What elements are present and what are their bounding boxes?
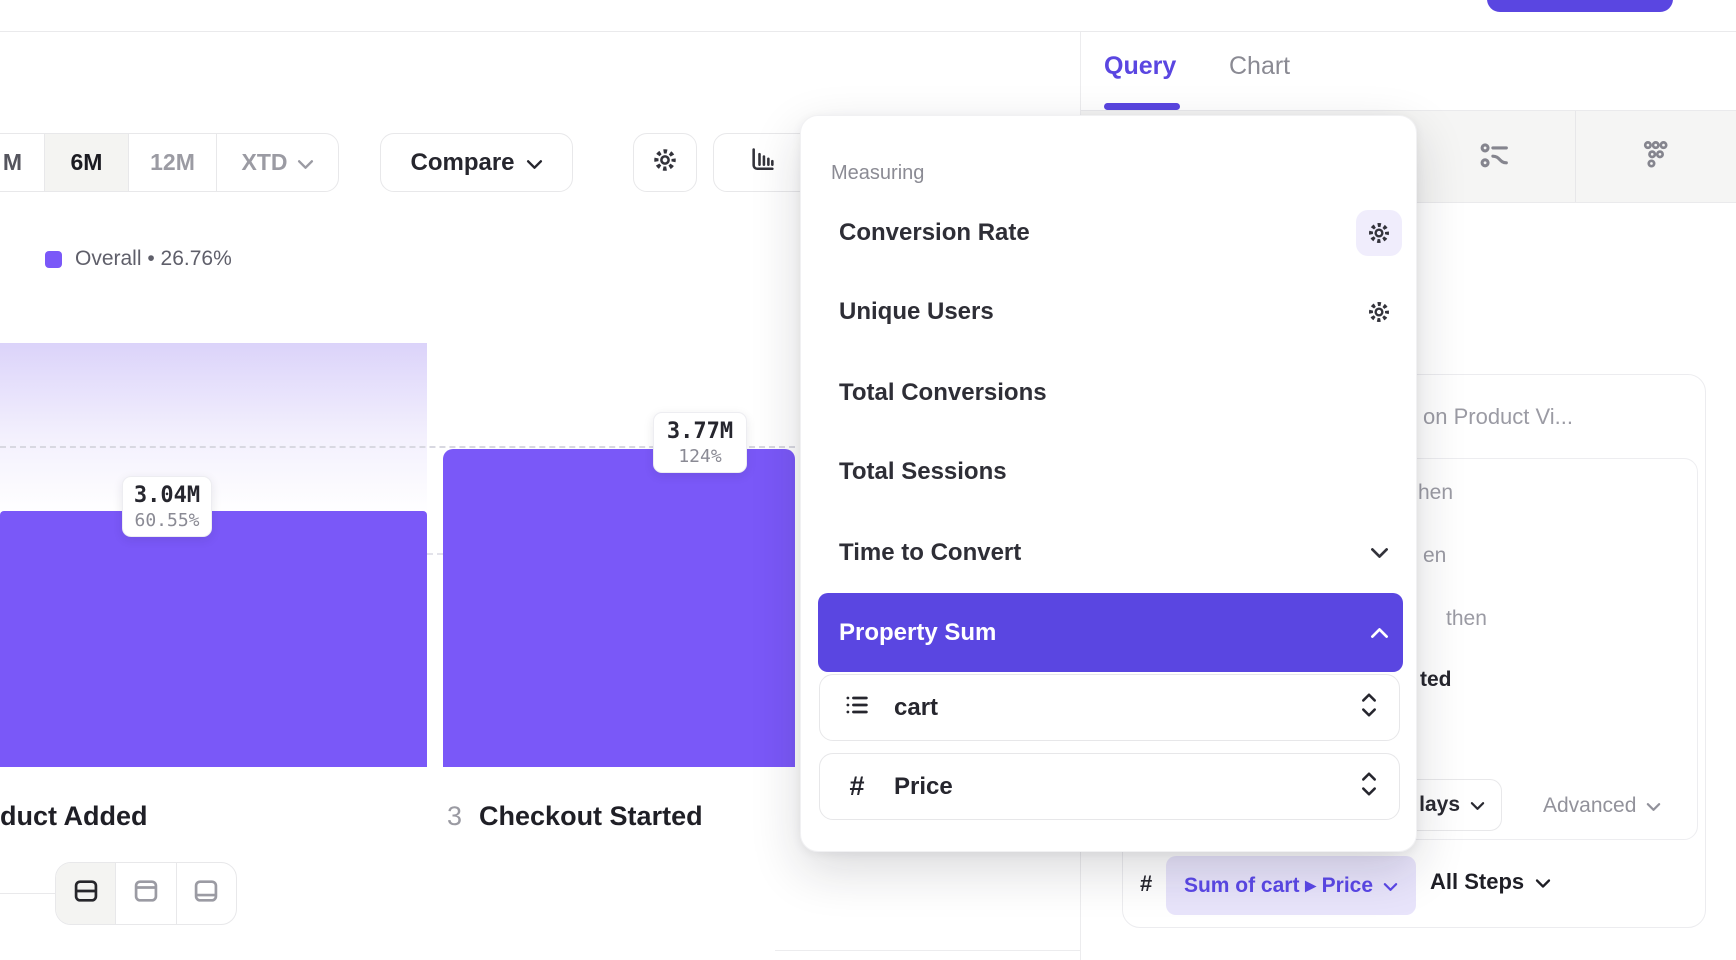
measuring-popover: Measuring Conversion Rate Unique Users T…	[800, 115, 1417, 852]
funnel-bar-product-added[interactable]	[0, 511, 427, 767]
legend-label: Overall • 26.76%	[75, 247, 232, 271]
time-range-m[interactable]: M	[0, 134, 44, 191]
value-label-product-added: 3.04M 60.55%	[122, 476, 212, 537]
app-screen: M 6M 12M XTD Compare	[0, 0, 1736, 960]
flows-view-button[interactable]	[1455, 117, 1535, 197]
step-number: 3	[447, 801, 462, 832]
tab-query[interactable]: Query	[1104, 52, 1176, 81]
menu-item-label: Total Conversions	[839, 379, 1047, 407]
time-range-xtd-label: XTD	[242, 149, 288, 176]
layout-bottom-panel-button[interactable]	[176, 863, 236, 924]
compare-label: Compare	[410, 149, 514, 177]
step-row-fragment: ted	[1420, 668, 1452, 692]
query-card-title: on Product Vi...	[1423, 404, 1573, 430]
chevron-down-icon	[1646, 794, 1661, 818]
legend-swatch	[45, 251, 62, 268]
property-selector[interactable]: cart	[819, 674, 1400, 741]
menu-item-label: Conversion Rate	[839, 219, 1030, 247]
bar-chart-icon	[748, 146, 778, 179]
menu-item-total-sessions[interactable]: Total Sessions	[818, 443, 1403, 501]
chevron-down-icon	[1383, 874, 1398, 898]
chevron-down-icon	[1356, 530, 1402, 576]
unique-users-settings-button[interactable]	[1356, 289, 1402, 335]
value-amount: 3.04M	[134, 483, 200, 508]
step-label-checkout-started: 3 Checkout Started	[447, 801, 703, 832]
flows-icon	[1477, 138, 1513, 177]
menu-item-time-to-convert[interactable]: Time to Convert	[818, 524, 1403, 582]
layout-top-panel-button[interactable]	[115, 863, 175, 924]
menu-item-label: Time to Convert	[839, 539, 1021, 567]
conversion-rate-settings-button[interactable]	[1356, 210, 1402, 256]
measurement-chip[interactable]: Sum of cart ▸ Price	[1166, 856, 1416, 915]
chevron-down-icon	[297, 149, 314, 176]
layout-top-panel-icon	[131, 877, 161, 910]
menu-item-property-sum-selected[interactable]: Property Sum	[818, 593, 1403, 672]
step-label-product-added: duct Added	[0, 801, 148, 832]
advanced-label: Advanced	[1543, 794, 1636, 818]
chevron-down-icon	[526, 149, 543, 177]
legend: Overall • 26.76%	[45, 247, 232, 271]
reference-dashed-line-2	[427, 553, 443, 555]
value-percent: 124%	[678, 446, 721, 467]
layout-toggle-control	[55, 862, 237, 925]
menu-item-conversion-rate[interactable]: Conversion Rate	[818, 204, 1403, 262]
value-amount: 3.77M	[667, 419, 733, 444]
top-bar	[0, 0, 1736, 32]
funnel-bar-checkout-started[interactable]	[443, 449, 795, 767]
time-range-6m[interactable]: 6M	[44, 134, 128, 191]
all-steps-label: All Steps	[1430, 869, 1524, 895]
segmentation-view-button[interactable]	[1615, 117, 1695, 197]
step-row-fragment: hen	[1418, 481, 1453, 505]
property-value: cart	[894, 694, 1339, 722]
layout-split-rows-icon	[71, 877, 101, 910]
step-row-fragment: then	[1446, 607, 1487, 631]
time-range-xtd[interactable]: XTD	[216, 134, 338, 191]
number-property-icon: #	[842, 771, 872, 802]
chevron-down-icon	[1535, 869, 1551, 895]
chevron-down-icon	[1470, 793, 1485, 817]
menu-item-unique-users[interactable]: Unique Users	[818, 283, 1403, 341]
measurement-chip-label: Sum of cart ▸ Price	[1184, 873, 1373, 898]
list-property-icon	[842, 691, 872, 724]
funnel-ghost-segment	[0, 343, 427, 512]
step-name: Checkout Started	[479, 801, 703, 832]
time-range-control: M 6M 12M XTD	[0, 133, 339, 192]
tab-chart[interactable]: Chart	[1229, 52, 1290, 81]
gear-icon	[651, 146, 679, 179]
popover-title: Measuring	[831, 162, 924, 185]
compare-button[interactable]: Compare	[380, 133, 573, 192]
section-divider	[775, 950, 1081, 951]
measurement-type-icon: #	[1140, 871, 1152, 897]
step-row-fragment: en	[1423, 544, 1446, 568]
menu-item-label: Total Sessions	[839, 458, 1007, 486]
menu-item-label: Property Sum	[839, 619, 996, 647]
dot-grid-icon	[1637, 138, 1673, 177]
active-tab-underline	[1104, 103, 1180, 110]
sub-property-selector[interactable]: # Price	[819, 753, 1400, 820]
up-down-arrows-icon	[1361, 771, 1377, 802]
up-down-arrows-icon	[1361, 692, 1377, 723]
chart-type-button[interactable]	[713, 133, 813, 192]
value-label-checkout-started: 3.77M 124%	[653, 412, 747, 473]
sub-property-value: Price	[894, 773, 1339, 801]
menu-item-label: Unique Users	[839, 298, 994, 326]
layout-bottom-panel-icon	[191, 877, 221, 910]
layout-split-rows-button[interactable]	[56, 863, 115, 924]
chevron-up-icon	[1356, 610, 1402, 656]
chart-settings-button[interactable]	[633, 133, 697, 192]
menu-item-total-conversions[interactable]: Total Conversions	[818, 364, 1403, 422]
advanced-dropdown[interactable]: Advanced	[1543, 794, 1661, 818]
all-steps-dropdown[interactable]: All Steps	[1430, 869, 1551, 895]
section-divider	[0, 893, 55, 894]
time-range-12m[interactable]: 12M	[128, 134, 216, 191]
value-percent: 60.55%	[134, 510, 199, 531]
window-label: lays	[1419, 793, 1460, 817]
toolbar-divider	[1575, 111, 1576, 202]
primary-action-button[interactable]	[1487, 0, 1673, 12]
